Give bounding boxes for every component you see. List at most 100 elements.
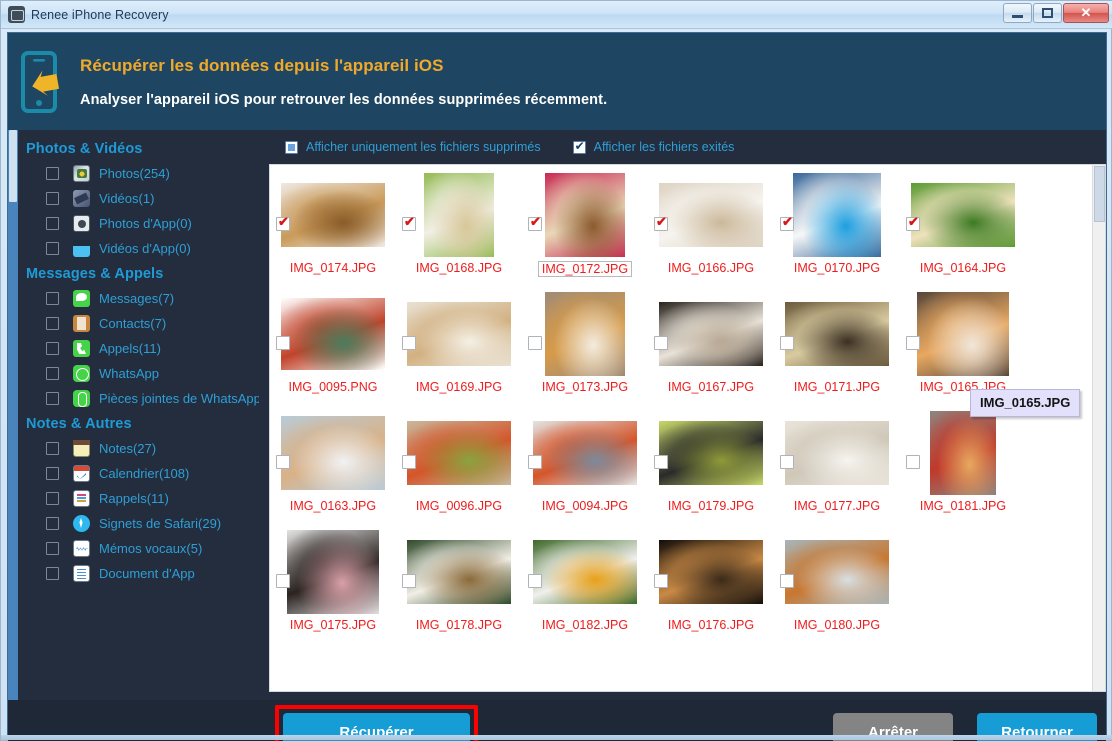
thumbnail-photo[interactable]: [545, 292, 625, 376]
thumbnail-image-box[interactable]: [533, 530, 637, 614]
thumbnail-photo[interactable]: [281, 298, 385, 370]
thumbnail-checkbox[interactable]: [402, 455, 416, 469]
thumbnail-cell[interactable]: IMG_0179.JPG: [648, 409, 774, 528]
sidebar-item-checkbox[interactable]: [46, 517, 59, 530]
thumbnail-image-box[interactable]: [659, 173, 763, 257]
thumbnail-cell[interactable]: IMG_0176.JPG: [648, 528, 774, 647]
thumbnail-image-box[interactable]: [659, 411, 763, 495]
thumbnail-cell[interactable]: IMG_0170.JPG: [774, 171, 900, 290]
thumbnail-checkbox[interactable]: [906, 455, 920, 469]
sidebar-item-checkbox[interactable]: [46, 242, 59, 255]
maximize-button[interactable]: [1033, 3, 1062, 23]
sidebar-item-calls[interactable]: Appels(11): [18, 336, 261, 361]
thumbnail-image-box[interactable]: [785, 530, 889, 614]
thumbnail-filename[interactable]: IMG_0170.JPG: [792, 261, 882, 275]
thumbnail-cell[interactable]: IMG_0167.JPG: [648, 290, 774, 409]
thumbnail-checkbox[interactable]: [654, 574, 668, 588]
thumbnail-image-box[interactable]: [281, 173, 385, 257]
thumbnail-photo[interactable]: [545, 173, 625, 257]
sidebar-scrollbar[interactable]: [8, 130, 18, 700]
thumbnail-filename[interactable]: IMG_0179.JPG: [666, 499, 756, 513]
thumbnail-photo[interactable]: [424, 173, 494, 257]
thumbnail-filename[interactable]: IMG_0171.JPG: [792, 380, 882, 394]
sidebar-item-checkbox[interactable]: [46, 367, 59, 380]
thumbnail-image-box[interactable]: [785, 173, 889, 257]
sidebar-item-calendar[interactable]: Calendrier(108): [18, 461, 261, 486]
thumbnail-photo[interactable]: [281, 416, 385, 490]
thumbnail-cell[interactable]: IMG_0171.JPG: [774, 290, 900, 409]
thumbnail-image-box[interactable]: [407, 292, 511, 376]
thumbnail-filename[interactable]: IMG_0176.JPG: [666, 618, 756, 632]
thumbnail-checkbox[interactable]: [654, 455, 668, 469]
thumbnail-photo[interactable]: [659, 421, 763, 485]
thumbnail-filename[interactable]: IMG_0174.JPG: [288, 261, 378, 275]
thumbnail-image-box[interactable]: [407, 173, 511, 257]
thumbnail-cell[interactable]: IMG_0182.JPG: [522, 528, 648, 647]
thumbnail-photo[interactable]: [785, 302, 889, 366]
thumbnail-checkbox[interactable]: [906, 214, 920, 231]
thumbnail-cell[interactable]: IMG_0094.JPG: [522, 409, 648, 528]
sidebar-item-checkbox[interactable]: [46, 492, 59, 505]
gallery-scrollbar-thumb[interactable]: [1094, 166, 1105, 222]
thumbnail-photo[interactable]: [407, 302, 511, 366]
filter-show-existing[interactable]: Afficher les fichiers exités: [572, 139, 734, 154]
thumbnail-image-box[interactable]: [911, 411, 1015, 495]
sidebar-item-whatsapp[interactable]: WhatsApp: [18, 361, 261, 386]
thumbnail-cell[interactable]: IMG_0164.JPG: [900, 171, 1026, 290]
thumbnail-checkbox[interactable]: [780, 574, 794, 588]
thumbnail-image-box[interactable]: [533, 292, 637, 376]
thumbnail-checkbox[interactable]: [402, 214, 416, 231]
sidebar-item-checkbox[interactable]: [46, 317, 59, 330]
thumbnail-checkbox[interactable]: [528, 574, 542, 588]
sidebar-item-checkbox[interactable]: [46, 342, 59, 355]
thumbnail-checkbox[interactable]: [780, 455, 794, 469]
thumbnail-filename[interactable]: IMG_0178.JPG: [414, 618, 504, 632]
thumbnail-image-box[interactable]: [911, 292, 1015, 376]
thumbnail-photo[interactable]: [917, 292, 1009, 376]
thumbnail-cell[interactable]: IMG_0163.JPG: [270, 409, 396, 528]
thumbnail-image-box[interactable]: [659, 292, 763, 376]
thumbnail-checkbox[interactable]: [780, 214, 794, 231]
thumbnail-image-box[interactable]: [407, 530, 511, 614]
sidebar-item-checkbox[interactable]: [46, 442, 59, 455]
thumbnail-filename[interactable]: IMG_0181.JPG: [918, 499, 1008, 513]
thumbnail-checkbox[interactable]: [528, 336, 542, 350]
thumbnail-checkbox[interactable]: [654, 336, 668, 350]
thumbnail-cell[interactable]: IMG_0175.JPG: [270, 528, 396, 647]
thumbnail-photo[interactable]: [281, 183, 385, 247]
thumbnail-filename[interactable]: IMG_0163.JPG: [288, 499, 378, 513]
thumbnail-filename[interactable]: IMG_0095.PNG: [287, 380, 380, 394]
thumbnail-cell[interactable]: IMG_0174.JPG: [270, 171, 396, 290]
sidebar-item-checkbox[interactable]: [46, 217, 59, 230]
thumbnail-cell[interactable]: IMG_0173.JPG: [522, 290, 648, 409]
thumbnail-checkbox[interactable]: [276, 214, 290, 231]
thumbnail-image-box[interactable]: [911, 173, 1015, 257]
thumbnail-cell[interactable]: IMG_0166.JPG: [648, 171, 774, 290]
sidebar-item-app-document[interactable]: Document d'App: [18, 561, 261, 586]
thumbnail-cell[interactable]: IMG_0172.JPG: [522, 171, 648, 290]
thumbnail-filename[interactable]: IMG_0166.JPG: [666, 261, 756, 275]
thumbnail-cell[interactable]: IMG_0168.JPG: [396, 171, 522, 290]
thumbnail-checkbox[interactable]: [780, 336, 794, 350]
thumbnail-cell[interactable]: IMG_0178.JPG: [396, 528, 522, 647]
sidebar-item-app-photos[interactable]: Photos d'App(0): [18, 211, 261, 236]
thumbnail-image-box[interactable]: [281, 530, 385, 614]
thumbnail-photo[interactable]: [930, 411, 996, 495]
sidebar-item-checkbox[interactable]: [46, 192, 59, 205]
thumbnail-image-box[interactable]: [407, 411, 511, 495]
thumbnail-filename[interactable]: IMG_0182.JPG: [540, 618, 630, 632]
sidebar-item-contacts[interactable]: Contacts(7): [18, 311, 261, 336]
sidebar-item-videos[interactable]: Vidéos(1): [18, 186, 261, 211]
thumbnail-image-box[interactable]: [533, 173, 637, 257]
thumbnail-photo[interactable]: [407, 540, 511, 604]
thumbnail-photo[interactable]: [911, 183, 1015, 247]
thumbnail-image-box[interactable]: [281, 411, 385, 495]
thumbnail-cell[interactable]: IMG_0177.JPG: [774, 409, 900, 528]
thumbnail-cell[interactable]: IMG_0181.JPG: [900, 409, 1026, 528]
minimize-button[interactable]: [1003, 3, 1032, 23]
sidebar-item-checkbox[interactable]: [46, 467, 59, 480]
thumbnail-cell[interactable]: IMG_0096.JPG: [396, 409, 522, 528]
sidebar-item-whatsapp-attachment[interactable]: Pièces jointes de WhatsApp: [18, 386, 261, 411]
sidebar-item-checkbox[interactable]: [46, 392, 59, 405]
sidebar-item-safari-bookmarks[interactable]: Signets de Safari(29): [18, 511, 261, 536]
